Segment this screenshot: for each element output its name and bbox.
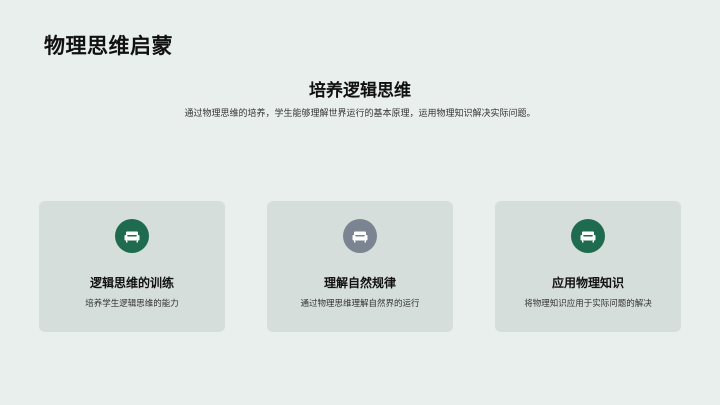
card-description: 通过物理思维理解自然界的运行 — [300, 299, 420, 309]
card-title: 应用物理知识 — [551, 276, 624, 290]
card-description: 培养学生逻辑思维的能力 — [85, 299, 179, 309]
feature-card-natural-laws: 理解自然规律 通过物理思维理解自然界的运行 — [267, 201, 453, 332]
sofa-icon — [352, 231, 368, 242]
section-title: 培养逻辑思维 — [309, 81, 411, 101]
card-icon-badge — [115, 219, 149, 253]
sofa-icon — [124, 231, 140, 242]
card-icon-badge — [571, 219, 605, 253]
sofa-icon — [580, 231, 596, 242]
card-title: 逻辑思维的训练 — [89, 276, 174, 290]
page-title: 物理思维启蒙 — [44, 34, 173, 58]
feature-card-logic-training: 逻辑思维的训练 培养学生逻辑思维的能力 — [39, 201, 225, 332]
feature-cards: 逻辑思维的训练 培养学生逻辑思维的能力 理解自然规律 通过物理思维理解自然界的运… — [39, 201, 681, 332]
card-description: 将物理知识应用于实际问题的解决 — [524, 299, 652, 309]
feature-card-apply-knowledge: 应用物理知识 将物理知识应用于实际问题的解决 — [495, 201, 681, 332]
section-description: 通过物理思维的培养，学生能够理解世界运行的基本原理，运用物理知识解决实际问题。 — [184, 109, 536, 119]
card-title: 理解自然规律 — [323, 276, 396, 290]
card-icon-badge — [343, 219, 377, 253]
